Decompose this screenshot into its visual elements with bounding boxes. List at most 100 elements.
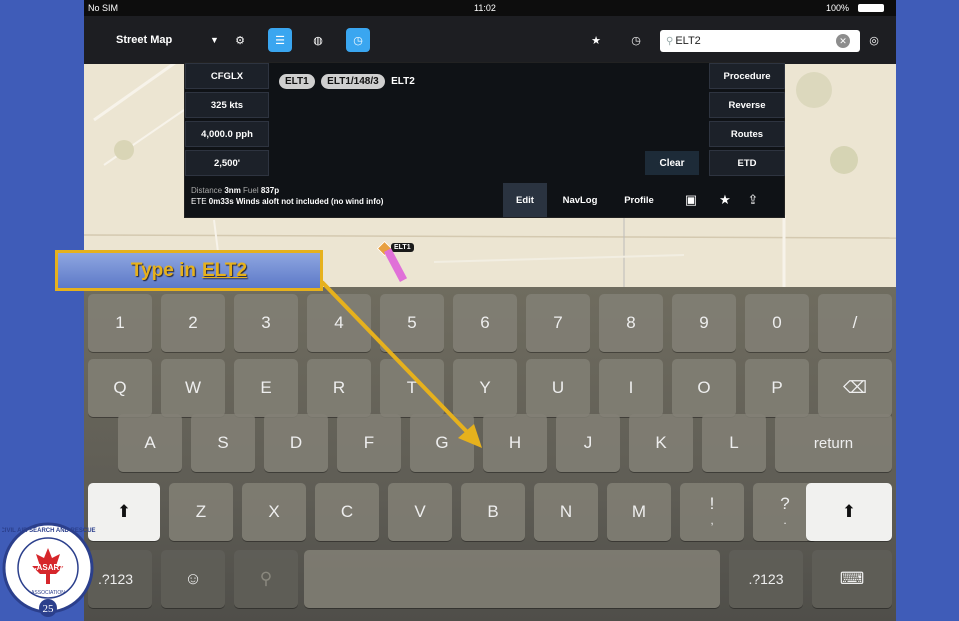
key-i[interactable]: I (599, 359, 663, 417)
reverse-button[interactable]: Reverse (709, 92, 785, 118)
route-input-area[interactable]: ELT1 ELT1/148/3 ELT2 (271, 63, 707, 181)
key-8[interactable]: 8 (599, 294, 663, 352)
key-d[interactable]: D (264, 414, 328, 472)
chevron-down-icon: ▼ (210, 35, 219, 45)
key-g[interactable]: G (410, 414, 474, 472)
route-waypoint-pill[interactable]: ELT1 (279, 74, 315, 89)
key-z[interactable]: Z (169, 483, 233, 541)
key-n[interactable]: N (534, 483, 598, 541)
procedure-button[interactable]: Procedure (709, 63, 785, 89)
star-icon[interactable]: ★ (713, 183, 737, 217)
key-question-label: ? (780, 494, 790, 513)
callout-prefix: Type in (130, 259, 197, 281)
clock: 11:02 (474, 3, 496, 13)
key-exclaim-label: ! (709, 494, 715, 513)
routes-button[interactable]: Routes (709, 121, 785, 147)
numeric-toggle-key-right[interactable]: .?123 (729, 550, 803, 608)
logo-name: CASARA (31, 563, 65, 572)
key-p[interactable]: P (745, 359, 809, 417)
search-field[interactable]: ⚲ ELT2 ✕ (660, 30, 860, 52)
fuel-flow-button[interactable]: 4,000.0 pph (185, 121, 269, 147)
onscreen-keyboard: 1 2 3 4 5 6 7 8 9 0 / Q W E R T Y U I O … (84, 287, 896, 621)
distance-label: Distance (191, 186, 223, 195)
key-exclaim-comma[interactable]: ! , (680, 483, 744, 541)
key-v[interactable]: V (388, 483, 452, 541)
key-e[interactable]: E (234, 359, 298, 417)
logo-years: 25 (43, 603, 55, 615)
key-j[interactable]: J (556, 414, 620, 472)
key-5[interactable]: 5 (380, 294, 444, 352)
key-0[interactable]: 0 (745, 294, 809, 352)
key-a[interactable]: A (118, 414, 182, 472)
search-input-value: ELT2 (675, 35, 701, 47)
key-q[interactable]: Q (88, 359, 152, 417)
key-u[interactable]: U (526, 359, 590, 417)
clear-search-icon[interactable]: ✕ (836, 34, 850, 48)
tab-profile[interactable]: Profile (613, 183, 665, 217)
key-k[interactable]: K (629, 414, 693, 472)
key-3[interactable]: 3 (234, 294, 298, 352)
key-9[interactable]: 9 (672, 294, 736, 352)
key-s[interactable]: S (191, 414, 255, 472)
aircraft-button[interactable]: CFGLX (185, 63, 269, 89)
sync-icon[interactable]: ◎ (862, 28, 886, 52)
clear-button[interactable]: Clear (645, 151, 699, 175)
ipad-screen: ELT1 No SIM 11:02 100% Street Map ▼ ⚙ ☰ … (84, 0, 896, 621)
backspace-key[interactable]: ⌫ (818, 359, 892, 417)
distance-value: 3nm (224, 186, 241, 195)
key-f[interactable]: F (337, 414, 401, 472)
key-2[interactable]: 2 (161, 294, 225, 352)
search-icon: ⚲ (666, 35, 674, 47)
key-r[interactable]: R (307, 359, 371, 417)
share-icon[interactable]: ⇪ (741, 183, 765, 217)
tab-edit[interactable]: Edit (503, 183, 547, 217)
map-type-label: Street Map (116, 34, 173, 46)
key-6[interactable]: 6 (453, 294, 517, 352)
key-4[interactable]: 4 (307, 294, 371, 352)
key-c[interactable]: C (315, 483, 379, 541)
flight-plan-list-icon[interactable]: ☰ (268, 28, 292, 52)
layers-icon[interactable]: ◍ (306, 28, 330, 52)
key-o[interactable]: O (672, 359, 736, 417)
key-b[interactable]: B (461, 483, 525, 541)
elt1-waypoint-label: ELT1 (391, 243, 414, 252)
favorites-sparkle-icon[interactable]: ★ (584, 28, 608, 52)
shift-key-right[interactable]: ⬆ (806, 483, 892, 541)
map-type-select[interactable]: Street Map ▼ (84, 28, 234, 52)
key-w[interactable]: W (161, 359, 225, 417)
status-bar: No SIM 11:02 100% (84, 0, 896, 16)
key-7[interactable]: 7 (526, 294, 590, 352)
key-y[interactable]: Y (453, 359, 517, 417)
key-l[interactable]: L (702, 414, 766, 472)
fuel-value: 837p (260, 186, 280, 195)
key-m[interactable]: M (607, 483, 671, 541)
logo-association: ASSOCIATION (31, 590, 65, 596)
microphone-icon[interactable]: ⚲ (234, 550, 298, 608)
key-x[interactable]: X (242, 483, 306, 541)
altitude-button[interactable]: 2,500' (185, 150, 269, 176)
briefcase-icon[interactable]: ▣ (679, 183, 703, 217)
key-period-label: . (783, 513, 787, 527)
recents-clock-icon[interactable]: ◷ (624, 28, 648, 52)
speed-button[interactable]: 325 kts (185, 92, 269, 118)
return-key[interactable]: return (775, 414, 892, 472)
route-waypoint-pill[interactable]: ELT1/148/3 (321, 74, 385, 89)
key-comma-label: , (710, 513, 714, 527)
battery-percent: 100% (826, 3, 850, 13)
shift-key-left[interactable]: ⬆ (88, 483, 160, 541)
key-slash[interactable]: / (818, 294, 892, 352)
fuel-label: Fuel (243, 186, 259, 195)
key-h[interactable]: H (483, 414, 547, 472)
ete-label: ETE (191, 197, 207, 206)
key-1[interactable]: 1 (88, 294, 152, 352)
route-typing-text: ELT2 (391, 76, 415, 87)
emoji-icon[interactable]: ☺ (161, 550, 225, 608)
instruments-gauge-icon[interactable]: ◷ (346, 28, 370, 52)
tab-navlog[interactable]: NavLog (553, 183, 607, 217)
instruction-callout: Type in ELT2 (55, 250, 323, 291)
hide-keyboard-icon[interactable]: ⌨ (812, 550, 892, 608)
space-bar[interactable] (304, 550, 720, 608)
etd-button[interactable]: ETD (709, 150, 785, 176)
key-t[interactable]: T (380, 359, 444, 417)
settings-gear-icon[interactable]: ⚙ (228, 28, 252, 52)
